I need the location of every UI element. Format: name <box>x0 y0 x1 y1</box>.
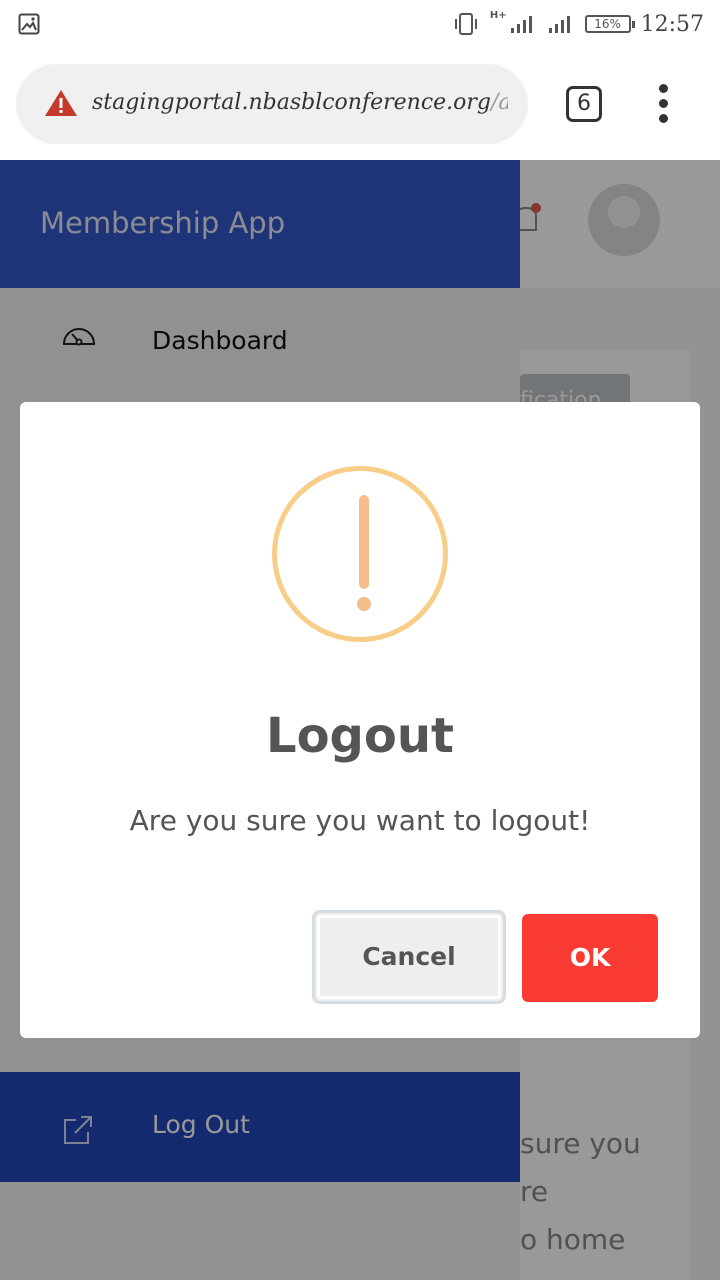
vibrate-icon <box>454 13 477 35</box>
clock: 12:57 <box>640 11 704 37</box>
network-type: H+ <box>489 10 507 21</box>
signal-icon-2 <box>548 16 570 33</box>
not-secure-warning-icon[interactable] <box>44 88 78 118</box>
signal-icon-1 <box>510 16 532 33</box>
image-notification-icon <box>18 13 40 35</box>
battery-level: 16% <box>594 17 621 31</box>
dialog-title: Logout <box>265 708 454 764</box>
cancel-button[interactable]: Cancel <box>312 910 506 1004</box>
dialog-message: Are you sure you want to logout! <box>129 804 591 837</box>
status-bar: H+ 16% 12:57 <box>0 0 720 48</box>
url-path: /acce <box>491 90 508 115</box>
battery-icon: 16% <box>584 15 635 33</box>
browser-menu-button[interactable] <box>652 84 676 124</box>
logout-dialog: Logout Are you sure you want to logout! … <box>20 402 700 1038</box>
url-text[interactable]: stagingportal.nbasblconference.org/acce <box>92 90 508 115</box>
warning-icon <box>272 466 448 642</box>
browser-toolbar: stagingportal.nbasblconference.org/acce … <box>0 48 720 160</box>
address-bar[interactable]: stagingportal.nbasblconference.org/acce <box>16 64 528 144</box>
url-domain: stagingportal.nbasblconference.org <box>92 90 492 115</box>
ok-button[interactable]: OK <box>522 914 658 1002</box>
tab-switcher-button[interactable]: 6 <box>566 86 602 122</box>
